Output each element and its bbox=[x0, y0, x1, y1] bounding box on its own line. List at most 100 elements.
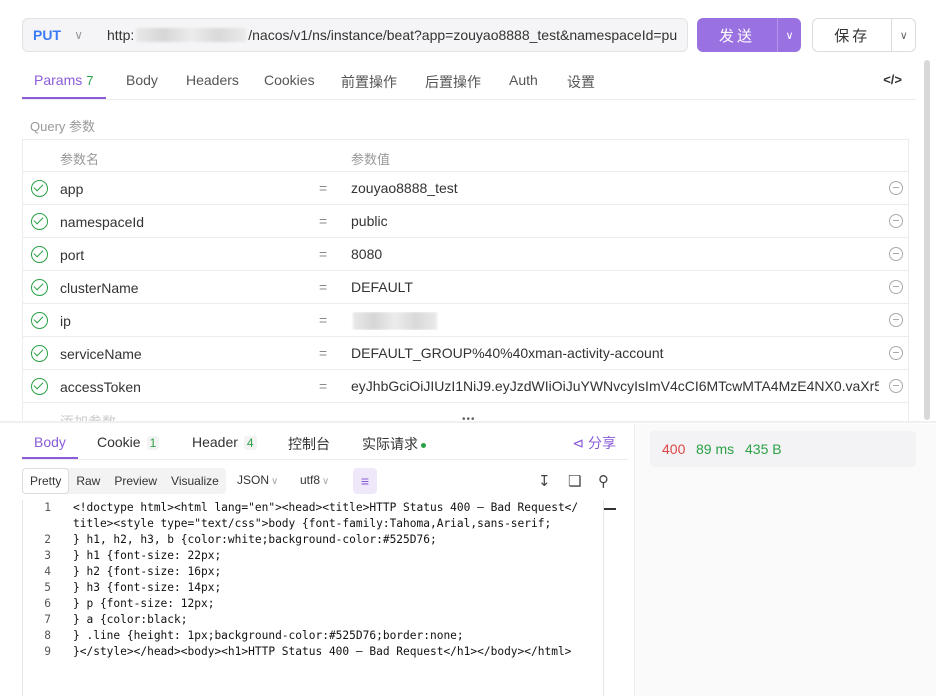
param-value[interactable]: 8080 bbox=[351, 246, 879, 262]
response-size: 435 B bbox=[745, 441, 782, 457]
param-value[interactable]: DEFAULT_GROUP%40%40xman-activity-account bbox=[351, 345, 879, 361]
wrap-lines-icon[interactable]: ≡ bbox=[353, 468, 377, 494]
response-code-viewer[interactable]: 1 <!doctype html><html lang="en"><head><t… bbox=[22, 500, 604, 696]
code-text: } h2 {font-size: 16px; bbox=[73, 565, 222, 578]
minimap-marker bbox=[604, 508, 616, 510]
download-icon[interactable]: ↧ bbox=[538, 472, 551, 490]
check-icon[interactable] bbox=[31, 345, 48, 362]
code-text: } .line {height: 1px;background-color:#5… bbox=[73, 629, 464, 642]
view-visualize[interactable]: Visualize bbox=[164, 468, 226, 494]
tab-actual-request[interactable]: 实际请求 bbox=[362, 434, 426, 454]
param-key[interactable]: clusterName bbox=[60, 280, 139, 296]
send-button[interactable]: 发送 ∨ bbox=[697, 18, 801, 52]
param-key[interactable]: app bbox=[60, 181, 83, 197]
params-count-badge: 7 bbox=[86, 73, 94, 88]
tab-post-actions[interactable]: 后置操作 bbox=[425, 72, 481, 92]
status-dot-icon bbox=[421, 442, 426, 448]
remove-icon[interactable] bbox=[889, 379, 903, 393]
cookie-count-badge: 1 bbox=[146, 436, 160, 450]
check-icon[interactable] bbox=[31, 378, 48, 395]
tab-headers[interactable]: Headers bbox=[186, 72, 239, 88]
code-line: 4} h2 {font-size: 16px; bbox=[23, 564, 603, 580]
url-prefix: http: bbox=[107, 27, 135, 43]
share-label: 分享 bbox=[588, 435, 616, 451]
format-select[interactable]: JSON ∨ bbox=[237, 473, 278, 487]
response-status-bar: 400 89 ms 435 B bbox=[650, 431, 916, 467]
view-raw[interactable]: Raw bbox=[69, 468, 107, 494]
view-pretty[interactable]: Pretty bbox=[22, 468, 70, 494]
line-number: 6 bbox=[44, 597, 51, 610]
api-client-window: PUT ∨ http: /nacos/v1/ns/instance/beat?a… bbox=[0, 0, 936, 696]
tab-settings[interactable]: 设置 bbox=[567, 72, 595, 92]
tab-response-cookie[interactable]: Cookie 1 bbox=[97, 434, 160, 450]
chevron-down-icon: ∨ bbox=[322, 476, 330, 487]
tab-body[interactable]: Body bbox=[126, 72, 158, 88]
param-key[interactable]: serviceName bbox=[60, 346, 142, 362]
remove-icon[interactable] bbox=[889, 247, 903, 261]
param-key[interactable]: port bbox=[60, 247, 84, 263]
code-text: } h1 {font-size: 22px; bbox=[73, 549, 222, 562]
line-number: 7 bbox=[44, 613, 51, 626]
param-value[interactable]: eyJhbGciOiJIUzI1NiJ9.eyJzdWIiOiJuYWNvcyI… bbox=[351, 378, 879, 394]
equals-sign: = bbox=[319, 378, 328, 394]
method-label: PUT bbox=[33, 27, 61, 43]
remove-icon[interactable] bbox=[889, 280, 903, 294]
check-icon[interactable] bbox=[31, 180, 48, 197]
line-number: 8 bbox=[44, 629, 51, 642]
tab-auth[interactable]: Auth bbox=[509, 72, 538, 88]
check-icon[interactable] bbox=[31, 246, 48, 263]
tab-cookies[interactable]: Cookies bbox=[264, 72, 315, 88]
active-tab-indicator bbox=[22, 97, 106, 99]
share-button[interactable]: ⊲ 分享 bbox=[572, 433, 616, 453]
code-line: 2} h1, h2, h3, b {color:white;background… bbox=[23, 532, 603, 548]
tab-pre-actions[interactable]: 前置操作 bbox=[341, 72, 397, 92]
tab-response-body[interactable]: Body bbox=[34, 434, 66, 450]
view-preview[interactable]: Preview bbox=[107, 468, 164, 494]
tab-params[interactable]: Params 7 bbox=[34, 72, 93, 88]
redacted-host bbox=[136, 28, 247, 42]
chevron-down-icon[interactable]: ∨ bbox=[891, 19, 915, 51]
check-icon[interactable] bbox=[31, 279, 48, 296]
check-icon[interactable] bbox=[31, 312, 48, 329]
add-param-placeholder[interactable]: 添加参数 bbox=[60, 412, 116, 421]
encoding-select[interactable]: utf8 ∨ bbox=[300, 473, 329, 487]
param-key[interactable]: namespaceId bbox=[60, 214, 144, 230]
url-input[interactable]: http: /nacos/v1/ns/instance/beat?app=zou… bbox=[95, 19, 687, 51]
check-icon[interactable] bbox=[31, 213, 48, 230]
code-text: <!doctype html><html lang="en"><head><ti… bbox=[73, 501, 579, 514]
param-value[interactable]: public bbox=[351, 213, 879, 229]
param-value[interactable]: zouyao8888_test bbox=[351, 180, 879, 196]
chevron-down-icon[interactable]: ∨ bbox=[777, 18, 801, 52]
tab-response-header[interactable]: Header 4 bbox=[192, 434, 257, 450]
param-value[interactable]: DEFAULT bbox=[351, 279, 879, 295]
tab-params-label: Params bbox=[34, 72, 83, 88]
param-value[interactable] bbox=[351, 312, 879, 331]
param-row: port = 8080 bbox=[23, 238, 908, 271]
search-icon[interactable]: ⚲ bbox=[598, 472, 609, 490]
header-count-badge: 4 bbox=[243, 436, 257, 450]
tab-header-label: Header bbox=[192, 434, 238, 450]
remove-icon[interactable] bbox=[889, 214, 903, 228]
param-key[interactable]: accessToken bbox=[60, 379, 141, 395]
params-table: 参数名 参数值 app = zouyao8888_test namespaceI… bbox=[22, 139, 909, 421]
code-line: 6 } p {font-size: 12px; bbox=[23, 596, 603, 612]
code-line: 1 <!doctype html><html lang="en"><head><t… bbox=[23, 500, 603, 516]
code-text: } p {font-size: 12px; bbox=[73, 597, 215, 610]
code-text: title><style type="text/css">body {font-… bbox=[73, 517, 552, 530]
line-number: 1 bbox=[44, 501, 51, 514]
method-select[interactable]: PUT ∨ bbox=[23, 19, 95, 51]
remove-icon[interactable] bbox=[889, 181, 903, 195]
equals-sign: = bbox=[319, 279, 328, 295]
code-icon[interactable]: </> bbox=[883, 72, 902, 87]
vertical-scrollbar[interactable] bbox=[924, 60, 930, 420]
tab-console[interactable]: 控制台 bbox=[288, 434, 330, 454]
code-line: 7} a {color:black; bbox=[23, 612, 603, 628]
copy-icon[interactable]: ❏ bbox=[568, 472, 581, 490]
response-time: 89 ms bbox=[696, 441, 735, 457]
url-bar: PUT ∨ http: /nacos/v1/ns/instance/beat?a… bbox=[22, 18, 688, 52]
response-toolbar: Pretty Raw Preview Visualize JSON ∨ utf8 ∨… bbox=[22, 468, 628, 494]
save-button[interactable]: 保存 ∨ bbox=[812, 18, 916, 52]
remove-icon[interactable] bbox=[889, 313, 903, 327]
remove-icon[interactable] bbox=[889, 346, 903, 360]
param-key[interactable]: ip bbox=[60, 313, 71, 329]
